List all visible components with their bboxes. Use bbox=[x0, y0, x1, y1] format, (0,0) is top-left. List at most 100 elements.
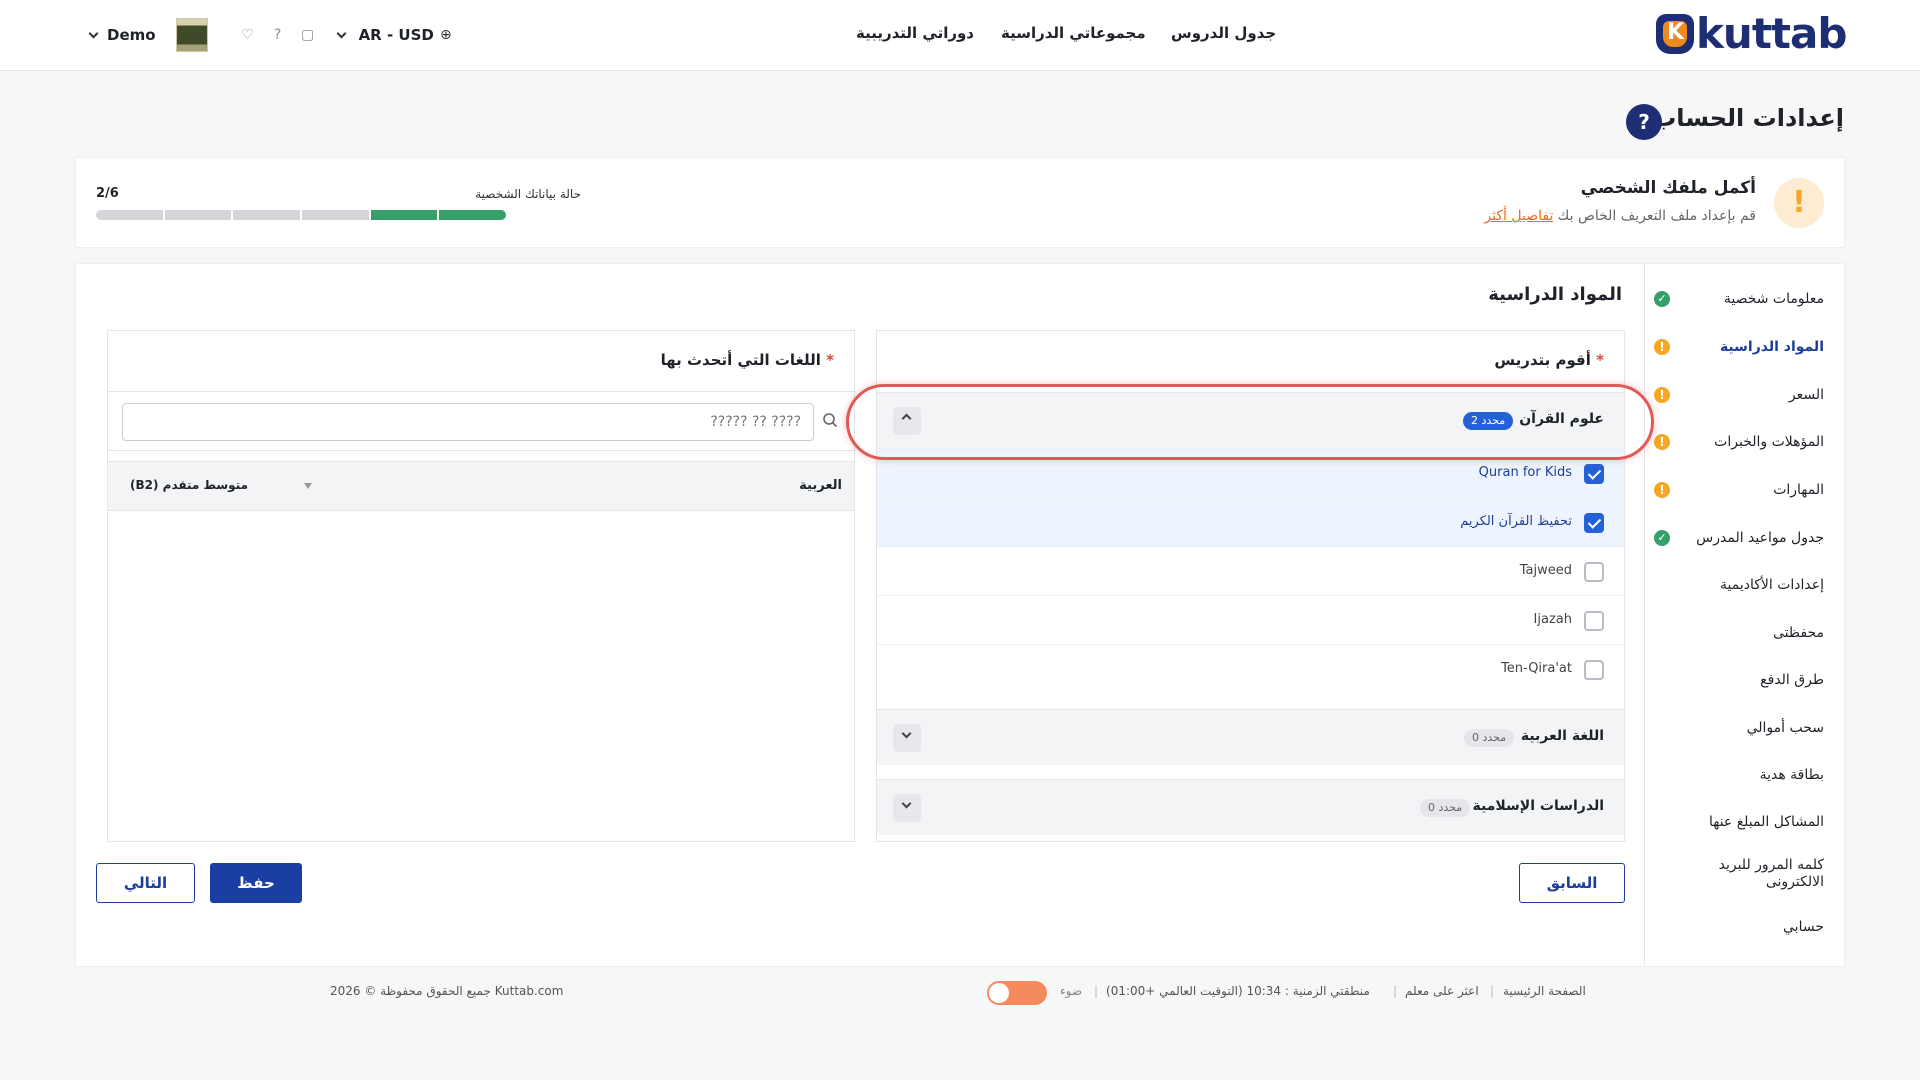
sidebar-item[interactable]: السعر! bbox=[1654, 380, 1824, 410]
nav-my-courses[interactable]: دوراتي التدريبية bbox=[856, 24, 974, 42]
sidebar-item[interactable]: المهارات! bbox=[1654, 475, 1824, 505]
logo-text: kuttab bbox=[1696, 9, 1847, 58]
chevron-down-icon bbox=[901, 728, 912, 739]
sidebar-item[interactable]: جدول مواعيد المدرس ✓ bbox=[1654, 523, 1824, 553]
checkbox-ijazah[interactable] bbox=[1584, 611, 1604, 631]
footer-home-link[interactable]: الصفحة الرئيسية bbox=[1503, 984, 1586, 998]
expand-button[interactable] bbox=[893, 724, 921, 752]
chevron-down-icon bbox=[901, 798, 912, 809]
sidebar-item[interactable]: محفظتى bbox=[1654, 618, 1824, 648]
chevron-up-icon bbox=[901, 413, 912, 424]
checkbox-tajweed[interactable] bbox=[1584, 562, 1604, 582]
kuttab-logo[interactable]: K kuttab bbox=[1656, 9, 1847, 58]
progress-segment bbox=[95, 210, 163, 220]
checkbox-ten-qiraat[interactable] bbox=[1584, 660, 1604, 680]
lang-currency-selector[interactable]: AR - USD bbox=[359, 26, 434, 44]
warning-circle-icon: ! bbox=[1654, 482, 1670, 498]
footer-divider: | bbox=[1393, 984, 1398, 998]
subject-option[interactable]: Tajweed bbox=[877, 546, 1624, 595]
subject-option[interactable]: تحفيظ القرآن الكريم bbox=[877, 497, 1624, 546]
footer-divider: | bbox=[1490, 984, 1495, 998]
sidebar-item[interactable]: بطاقة هدية bbox=[1654, 760, 1824, 790]
warning-circle-icon: ! bbox=[1654, 434, 1670, 450]
sidebar-item[interactable]: كلمه المرور للبريد الالكترونى bbox=[1654, 854, 1824, 894]
accordion-arabic-language[interactable]: اللغة العربية 0 محدد bbox=[877, 709, 1624, 765]
help-circle-icon[interactable]: ? bbox=[270, 27, 286, 43]
check-circle-icon: ✓ bbox=[1654, 530, 1670, 546]
more-details-link[interactable]: تفاصيل أكثر bbox=[1484, 208, 1553, 224]
next-button[interactable]: التالي bbox=[96, 863, 195, 903]
heart-icon[interactable]: ♡ bbox=[240, 27, 256, 43]
chat-icon[interactable]: ▢ bbox=[300, 27, 316, 43]
languages-panel: اللغات التي أتحدث بها * العربية متوسط مت… bbox=[107, 330, 855, 842]
sidebar-item[interactable]: المواد الدراسية! bbox=[1654, 332, 1824, 362]
sidebar-item[interactable]: المشاكل المبلغ عنها bbox=[1654, 807, 1824, 837]
warning-circle-icon: ! bbox=[1654, 339, 1670, 355]
teach-label: أقوم بتدريس * bbox=[1494, 351, 1604, 369]
level-dropdown-arrow-icon[interactable] bbox=[304, 483, 312, 489]
subject-option[interactable]: Ijazah bbox=[877, 595, 1624, 644]
nav-lessons-schedule[interactable]: جدول الدروس bbox=[1171, 24, 1276, 42]
sidebar-item[interactable]: سحب أموالي bbox=[1654, 713, 1824, 743]
user-menu-chevron-icon[interactable] bbox=[88, 28, 99, 38]
progress-segment bbox=[439, 210, 506, 220]
banner-subtitle: قم بإعداد ملف التعريف الخاص بك تفاصيل أك… bbox=[1484, 208, 1756, 224]
toggle-knob bbox=[989, 983, 1009, 1003]
help-video-icon[interactable]: ? bbox=[1626, 104, 1662, 140]
language-search-input[interactable] bbox=[122, 403, 814, 441]
language-level-select[interactable]: متوسط متقدم (B2) bbox=[130, 478, 248, 492]
warning-icon: ! bbox=[1774, 178, 1824, 228]
progress-segment bbox=[164, 210, 232, 220]
progress-segment bbox=[301, 210, 369, 220]
selected-count-badge: 2 محدد bbox=[1463, 412, 1514, 430]
progress-count: 2/6 bbox=[96, 186, 119, 201]
banner-title: أكمل ملفك الشخصي bbox=[1580, 178, 1756, 198]
avatar[interactable] bbox=[175, 18, 208, 52]
languages-label: اللغات التي أتحدث بها * bbox=[660, 351, 834, 369]
selected-count-badge: 0 محدد bbox=[1464, 729, 1515, 747]
theme-label: ضوء bbox=[1060, 984, 1083, 998]
checkbox-quran-memorization[interactable] bbox=[1584, 513, 1604, 533]
user-name[interactable]: Demo bbox=[107, 26, 156, 44]
sidebar-item[interactable]: المؤهلات والخبرات! bbox=[1654, 427, 1824, 457]
language-search bbox=[108, 391, 854, 451]
accordion-islamic-studies[interactable]: الدراسات الإسلامية 0 محدد bbox=[877, 779, 1624, 835]
subject-option[interactable]: Ten-Qira'at bbox=[877, 644, 1624, 693]
collapse-button[interactable] bbox=[893, 407, 921, 435]
nav-my-study-groups[interactable]: مجموعاتي الدراسية bbox=[1001, 24, 1146, 42]
logo-mark-icon: K bbox=[1656, 14, 1694, 54]
page-title: إعدادات الحساب bbox=[1652, 104, 1844, 132]
progress-segment bbox=[233, 210, 300, 220]
sidebar-item[interactable]: طرق الدفع bbox=[1654, 665, 1824, 695]
warning-circle-icon: ! bbox=[1654, 387, 1670, 403]
footer-copyright: جميع الحقوق محفوظة © 2026 Kuttab.com bbox=[330, 984, 564, 998]
footer-divider: | bbox=[1094, 984, 1099, 998]
footer-timezone[interactable]: منطقتي الزمنية : 10:34 (التوقيت العالمي … bbox=[1106, 984, 1370, 998]
globe-icon[interactable]: ⊕ bbox=[438, 27, 454, 43]
sidebar-item[interactable]: معلومات شخصية ✓ bbox=[1654, 284, 1824, 314]
settings-sidebar: معلومات شخصية ✓ المواد الدراسية! السعر! المؤ… bbox=[1644, 264, 1844, 966]
progress-segment bbox=[370, 210, 438, 220]
top-header: K kuttab جدول الدروس مجموعاتي الدراسية د… bbox=[0, 0, 1920, 71]
lang-chevron-down-icon[interactable] bbox=[336, 28, 347, 38]
footer-find-teacher-link[interactable]: اعثر على معلم bbox=[1405, 984, 1479, 998]
profile-progress-bar bbox=[95, 210, 506, 220]
settings-card: معلومات شخصية ✓ المواد الدراسية! السعر! المؤ… bbox=[75, 263, 1845, 967]
subject-option[interactable]: Quran for Kids bbox=[877, 448, 1624, 497]
language-name: العربية bbox=[799, 478, 842, 493]
sidebar-item[interactable]: إعدادات الأكاديمية bbox=[1654, 570, 1824, 600]
theme-toggle[interactable] bbox=[987, 981, 1047, 1005]
progress-label: حالة بياناتك الشخصية bbox=[475, 187, 581, 201]
expand-button[interactable] bbox=[893, 794, 921, 822]
subjects-panel: أقوم بتدريس * علوم القرآن 2 محدد Quran f… bbox=[876, 330, 1625, 842]
sidebar-item[interactable]: حسابي bbox=[1654, 912, 1824, 942]
previous-button[interactable]: السابق bbox=[1519, 863, 1625, 903]
checkbox-quran-for-kids[interactable] bbox=[1584, 464, 1604, 484]
save-button[interactable]: حفظ bbox=[210, 863, 302, 903]
selected-count-badge: 0 محدد bbox=[1420, 799, 1471, 817]
complete-profile-banner: ! أكمل ملفك الشخصي قم بإعداد ملف التعريف… bbox=[75, 157, 1845, 248]
section-title: المواد الدراسية bbox=[1488, 284, 1622, 305]
header-tools: Demo ♡ ? ▢ AR - USD ⊕ bbox=[88, 16, 454, 54]
search-icon[interactable] bbox=[822, 412, 838, 428]
accordion-quran-sciences[interactable]: علوم القرآن 2 محدد bbox=[877, 392, 1624, 448]
